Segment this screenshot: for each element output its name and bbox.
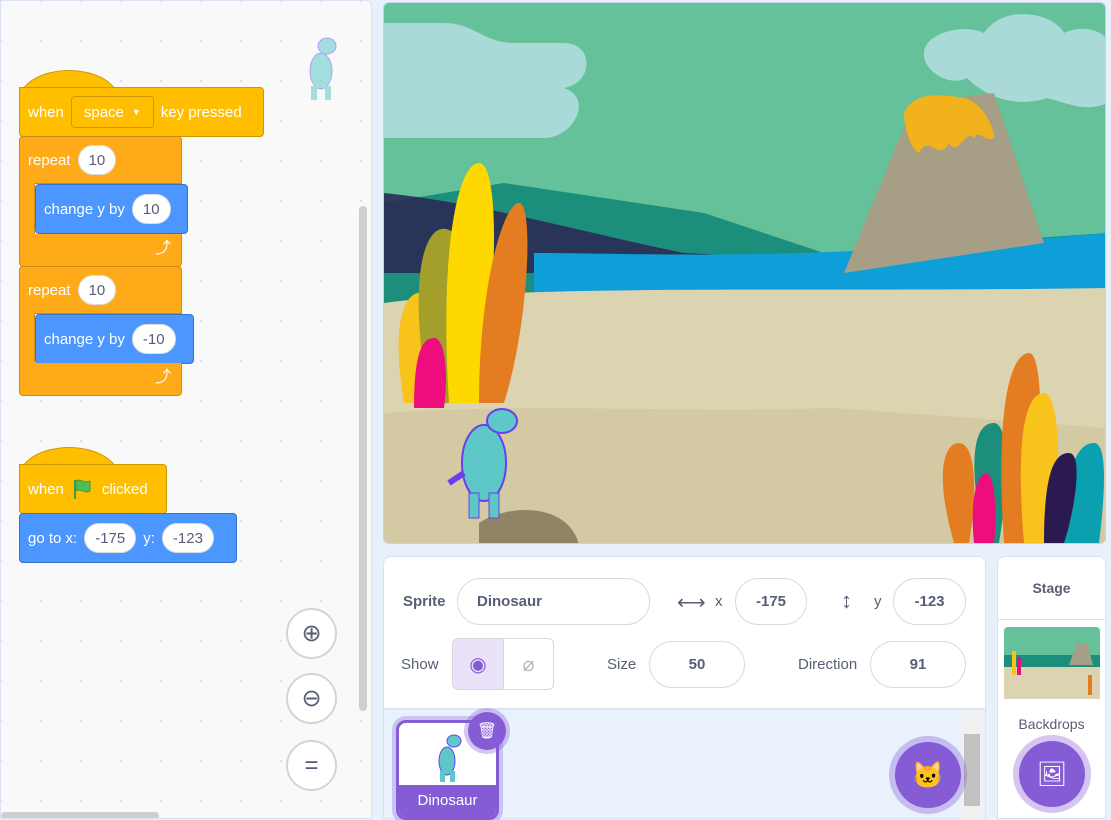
key-value: space — [83, 103, 124, 121]
direction-input[interactable]: 91 — [870, 641, 966, 688]
repeat-block-1[interactable]: repeat 10 — [19, 136, 182, 184]
sprite-list-scrollbar[interactable] — [961, 710, 983, 820]
sprite-name-input[interactable]: Dinosaur — [457, 578, 650, 625]
cat-plus-icon: 🐱 — [911, 759, 945, 790]
stage-backdrop — [384, 3, 1105, 543]
repeat-count-input[interactable]: 10 — [77, 275, 117, 305]
sprite-ghost-icon — [309, 37, 337, 100]
vertical-arrows-icon: ↕ — [841, 588, 852, 613]
repeat-arm — [19, 313, 35, 368]
direction-label: Direction — [798, 656, 858, 673]
change-y-block-2[interactable]: change y by -10 — [35, 314, 194, 364]
block-text: repeat — [28, 281, 71, 299]
backdrops-label: Backdrops — [1018, 716, 1085, 732]
stage-canvas[interactable] — [383, 2, 1106, 544]
zoom-in-button[interactable]: ⊕ — [286, 608, 337, 659]
stage-thumbnail[interactable] — [1004, 627, 1100, 699]
when-flag-clicked-block[interactable]: when clicked — [19, 464, 167, 514]
repeat-arm — [19, 183, 35, 238]
block-text: key pressed — [160, 103, 242, 121]
go-to-y-input[interactable]: -123 — [161, 523, 214, 553]
sprite-label: Sprite — [403, 593, 446, 610]
equals-icon: = — [304, 751, 319, 779]
block-text: when — [28, 103, 64, 121]
change-y-input[interactable]: 10 — [131, 194, 171, 224]
trash-icon: 🗑 — [476, 723, 498, 740]
block-text: y: — [143, 529, 155, 547]
zoom-out-button[interactable]: ⊖ — [286, 673, 337, 724]
eye-slash-icon: ⌀ — [522, 653, 535, 676]
delete-sprite-button[interactable]: 🗑 — [468, 712, 506, 750]
repeat-count-input[interactable]: 10 — [77, 145, 117, 175]
show-label: Show — [401, 656, 439, 673]
repeat-block-2[interactable]: repeat 10 — [19, 266, 182, 314]
green-flag-icon — [73, 479, 91, 499]
sprite-info-panel: Sprite Dinosaur ⟷ x -175 ↕ y -123 Show ◉… — [383, 556, 986, 709]
show-hidden-button[interactable]: ⌀ — [503, 638, 554, 690]
x-input[interactable]: -175 — [735, 578, 807, 625]
y-label: y — [874, 593, 882, 610]
vertical-scrollbar[interactable] — [359, 206, 367, 711]
size-label: Size — [607, 656, 637, 673]
zoom-in-icon: ⊕ — [301, 620, 322, 647]
block-text: change y by — [44, 330, 125, 348]
block-text: when — [28, 480, 64, 498]
image-plus-icon: 🖼 — [1036, 760, 1068, 788]
loop-arrow-icon: ⤴ — [19, 234, 182, 267]
block-text: change y by — [44, 200, 125, 218]
key-dropdown[interactable]: space ▼ — [70, 96, 154, 128]
stage-title: Stage — [998, 557, 1105, 620]
block-text: go to x: — [28, 529, 78, 547]
code-area[interactable]: when space ▼ key pressed repeat 10 change… — [0, 0, 372, 819]
y-input[interactable]: -123 — [893, 578, 966, 625]
loop-arrow-icon: ⤴ — [19, 363, 182, 396]
go-to-xy-block[interactable]: go to x: -175 y: -123 — [19, 513, 237, 563]
go-to-x-input[interactable]: -175 — [84, 523, 137, 553]
change-y-input[interactable]: -10 — [131, 324, 176, 354]
choose-sprite-button[interactable]: 🐱 — [895, 742, 961, 808]
caret-down-icon: ▼ — [131, 107, 141, 117]
zoom-out-icon: ⊖ — [301, 685, 322, 712]
size-input[interactable]: 50 — [649, 641, 745, 688]
block-text: clicked — [101, 480, 148, 498]
choose-backdrop-button[interactable]: 🖼 — [1019, 741, 1085, 807]
when-key-pressed-block[interactable]: when space ▼ key pressed — [19, 87, 264, 137]
x-label: x — [715, 593, 723, 610]
zoom-reset-button[interactable]: = — [286, 740, 337, 791]
horizontal-arrows-icon: ⟷ — [677, 592, 706, 614]
block-text: repeat — [28, 151, 71, 169]
stage-pane: Stage Backdrops 🖼 — [997, 556, 1106, 819]
sprite-list: Dinosaur 🗑 🐱 — [383, 709, 986, 820]
sprite-tile-name: Dinosaur — [399, 785, 496, 817]
dinosaur-thumbnail — [438, 734, 462, 782]
horizontal-scrollbar[interactable] — [1, 812, 159, 818]
show-visible-button[interactable]: ◉ — [452, 638, 504, 690]
eye-icon: ◉ — [469, 653, 487, 676]
change-y-block-1[interactable]: change y by 10 — [35, 184, 188, 234]
